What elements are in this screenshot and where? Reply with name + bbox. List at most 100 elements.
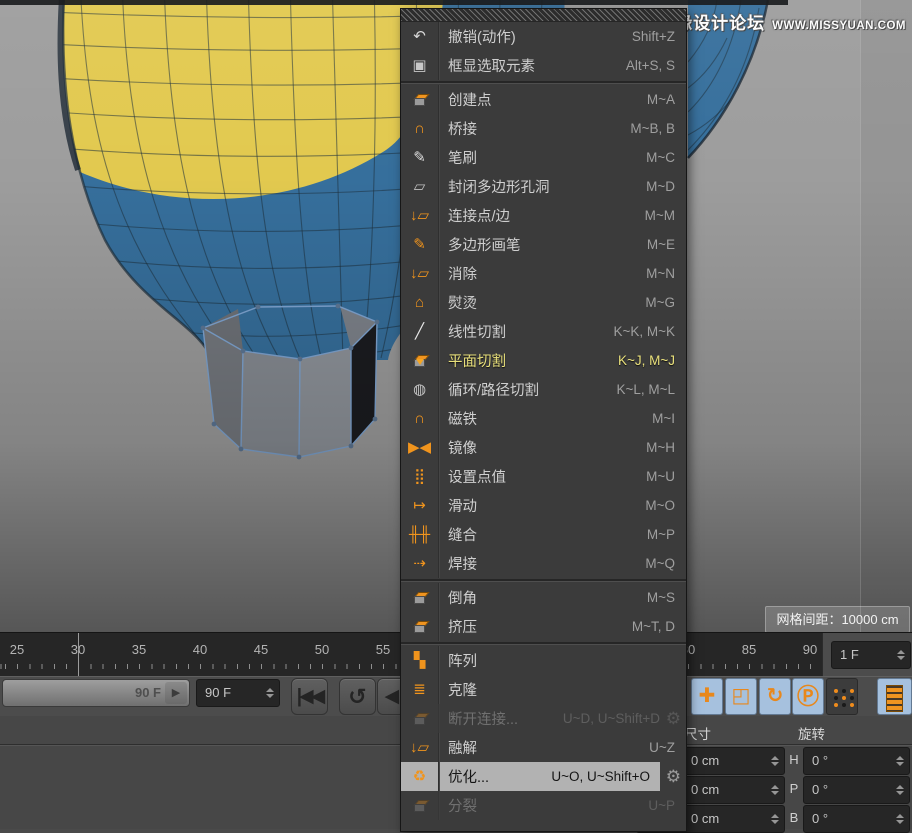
menu-item[interactable]: 挤压 M~T, D bbox=[401, 612, 686, 641]
keyframe-button[interactable] bbox=[877, 678, 912, 715]
menu-item[interactable]: ▱封闭多边形孔洞 M~D bbox=[401, 172, 686, 201]
menu-item-label: 克隆 bbox=[439, 679, 477, 700]
menu-item[interactable]: ▚阵列 bbox=[401, 646, 686, 675]
range-end-label: 90 F bbox=[135, 680, 161, 706]
move-tool-button[interactable]: ✚ bbox=[691, 678, 723, 715]
menu-item-shortcut: M~H bbox=[646, 440, 686, 455]
menu-item[interactable]: ↶撤销(动作)Shift+Z bbox=[401, 22, 686, 51]
menu-item[interactable]: ⇢焊接M~Q bbox=[401, 549, 686, 578]
menu-item[interactable]: ∩桥接M~B, B bbox=[401, 114, 686, 143]
current-frame-value: 90 F bbox=[205, 680, 231, 706]
menu-item[interactable]: 断开连接...U~D, U~Shift+D⚙ bbox=[401, 704, 686, 733]
spinner-arrows-icon[interactable] bbox=[769, 806, 781, 832]
menu-item[interactable]: ♻优化...U~O, U~Shift+O⚙ bbox=[401, 762, 686, 791]
current-frame-field[interactable]: 90 F bbox=[196, 679, 280, 707]
menu-item[interactable]: 分裂U~P bbox=[401, 791, 686, 820]
menu-item[interactable]: ✎笔刷M~C bbox=[401, 143, 686, 172]
dissolve-icon: ↓▱ bbox=[401, 259, 439, 288]
timeline-playhead[interactable] bbox=[78, 633, 79, 676]
brush-icon: ✎ bbox=[401, 143, 439, 172]
menu-item[interactable]: ▣框显选取元素Alt+S, S bbox=[401, 51, 686, 80]
menu-item-shortcut: M~B, B bbox=[630, 121, 686, 136]
polygon-pen-icon: ✎ bbox=[401, 230, 439, 259]
menu-item-label: 挤压 bbox=[439, 616, 477, 637]
angle-value: 0 ° bbox=[812, 806, 828, 832]
weld-icon: ⇢ bbox=[401, 549, 439, 578]
menu-item[interactable]: ╱线性切割K~K, M~K bbox=[401, 317, 686, 346]
menu-item-shortcut: M~P bbox=[647, 527, 686, 542]
menu-item-shortcut: M~Q bbox=[645, 556, 686, 571]
menu-item-label: 滑动 bbox=[439, 495, 477, 516]
spinner-arrows-icon[interactable] bbox=[895, 642, 907, 668]
coordinates-tool-button[interactable]: Ⓟ bbox=[792, 678, 824, 715]
iron-icon: ⌂ bbox=[401, 288, 439, 317]
spinner-arrows-icon[interactable] bbox=[894, 806, 906, 832]
menu-item-shortcut: M~O bbox=[645, 498, 686, 513]
menu-item[interactable]: ▶◀镜像 M~H bbox=[401, 433, 686, 462]
menu-tearoff-handle[interactable] bbox=[401, 9, 686, 22]
undo-icon: ↶ bbox=[401, 22, 439, 51]
menu-item-label: 镜像 bbox=[439, 437, 477, 458]
menu-item-label: 倒角 bbox=[439, 587, 477, 608]
menu-item-shortcut: M~U bbox=[646, 469, 686, 484]
rotation-header: 旋转 bbox=[798, 723, 825, 743]
menu-item-label: 优化... bbox=[439, 766, 489, 787]
menu-item-label: 桥接 bbox=[439, 118, 477, 139]
range-expand-icon[interactable]: ▶ bbox=[165, 682, 187, 704]
spinner-arrows-icon[interactable] bbox=[264, 680, 276, 706]
menu-item[interactable]: 倒角 M~S bbox=[401, 583, 686, 612]
stitch-icon: ╫╫ bbox=[401, 520, 439, 549]
scale-tool-button[interactable]: ◰ bbox=[725, 678, 757, 715]
menu-separator bbox=[401, 579, 686, 582]
menu-item-label: 笔刷 bbox=[439, 147, 477, 168]
line-cut-icon: ╱ bbox=[401, 317, 439, 346]
menu-item-label: 封闭多边形孔洞 bbox=[439, 176, 550, 197]
frame-tick-label: 40 bbox=[189, 642, 211, 657]
spinner-arrows-icon[interactable] bbox=[894, 748, 906, 774]
angle-field[interactable]: 0 ° bbox=[803, 776, 910, 804]
menu-item[interactable]: ⣿设置点值M~U bbox=[401, 462, 686, 491]
menu-item-shortcut: M~D bbox=[646, 179, 686, 194]
split-icon bbox=[401, 791, 439, 820]
menu-item-shortcut: K~L, M~L bbox=[616, 382, 686, 397]
menu-item[interactable]: ⌂熨烫M~G bbox=[401, 288, 686, 317]
frame-increment-panel: 1 F bbox=[822, 633, 912, 676]
go-to-start-button[interactable]: |◀◀ bbox=[291, 678, 328, 715]
menu-item[interactable]: ↓▱融解U~Z bbox=[401, 733, 686, 762]
spinner-arrows-icon[interactable] bbox=[894, 777, 906, 803]
watermark-site-url: WWW.MISSYUAN.COM bbox=[772, 20, 906, 32]
menu-item[interactable]: 创建点M~A bbox=[401, 85, 686, 114]
spinner-arrows-icon[interactable] bbox=[769, 777, 781, 803]
menu-item-shortcut: K~K, M~K bbox=[613, 324, 686, 339]
angle-field[interactable]: 0 ° bbox=[803, 747, 910, 775]
menu-item[interactable]: 平面切割K~J, M~J bbox=[401, 346, 686, 375]
spinner-arrows-icon[interactable] bbox=[769, 748, 781, 774]
modeling-context-menu: ↶撤销(动作)Shift+Z▣框显选取元素Alt+S, S创建点M~A∩桥接M~… bbox=[400, 8, 687, 832]
menu-item[interactable]: ╫╫缝合M~P bbox=[401, 520, 686, 549]
menu-item[interactable]: ↓▱消除M~N bbox=[401, 259, 686, 288]
timeline-range-slider[interactable]: 90 F ▶ bbox=[2, 679, 190, 707]
menu-item[interactable]: ∩磁铁M~I bbox=[401, 404, 686, 433]
menu-item-shortcut: M~I bbox=[652, 411, 686, 426]
play-loop-button[interactable]: ↺ bbox=[339, 678, 376, 715]
menu-item[interactable]: ≣克隆 bbox=[401, 675, 686, 704]
menu-item-label: 阵列 bbox=[439, 650, 477, 671]
menu-item-shortcut: M~M bbox=[645, 208, 686, 223]
menu-item[interactable]: ◍循环/路径切割K~L, M~L bbox=[401, 375, 686, 404]
snap-settings-button[interactable] bbox=[826, 678, 858, 715]
menu-item-label: 创建点 bbox=[439, 89, 492, 110]
frame-increment-field[interactable]: 1 F bbox=[831, 641, 911, 669]
rotate-tool-button[interactable]: ↻ bbox=[759, 678, 791, 715]
menu-item-shortcut: M~S bbox=[647, 590, 686, 605]
menu-item[interactable]: ✎多边形画笔M~E bbox=[401, 230, 686, 259]
menu-item[interactable]: ↓▱连接点/边M~M bbox=[401, 201, 686, 230]
set-point-value-icon: ⣿ bbox=[401, 462, 439, 491]
menu-item-shortcut: M~T, D bbox=[632, 619, 686, 634]
gear-icon[interactable]: ⚙ bbox=[666, 762, 681, 791]
close-polygon-hole-icon: ▱ bbox=[401, 172, 439, 201]
gear-icon[interactable]: ⚙ bbox=[666, 704, 681, 733]
menu-item-shortcut: Shift+Z bbox=[632, 29, 686, 44]
grid-spacing-label: 网格间距：10000 cm bbox=[765, 606, 910, 632]
mirror-icon: ▶◀ bbox=[401, 433, 439, 462]
menu-item[interactable]: ↦滑动M~O bbox=[401, 491, 686, 520]
